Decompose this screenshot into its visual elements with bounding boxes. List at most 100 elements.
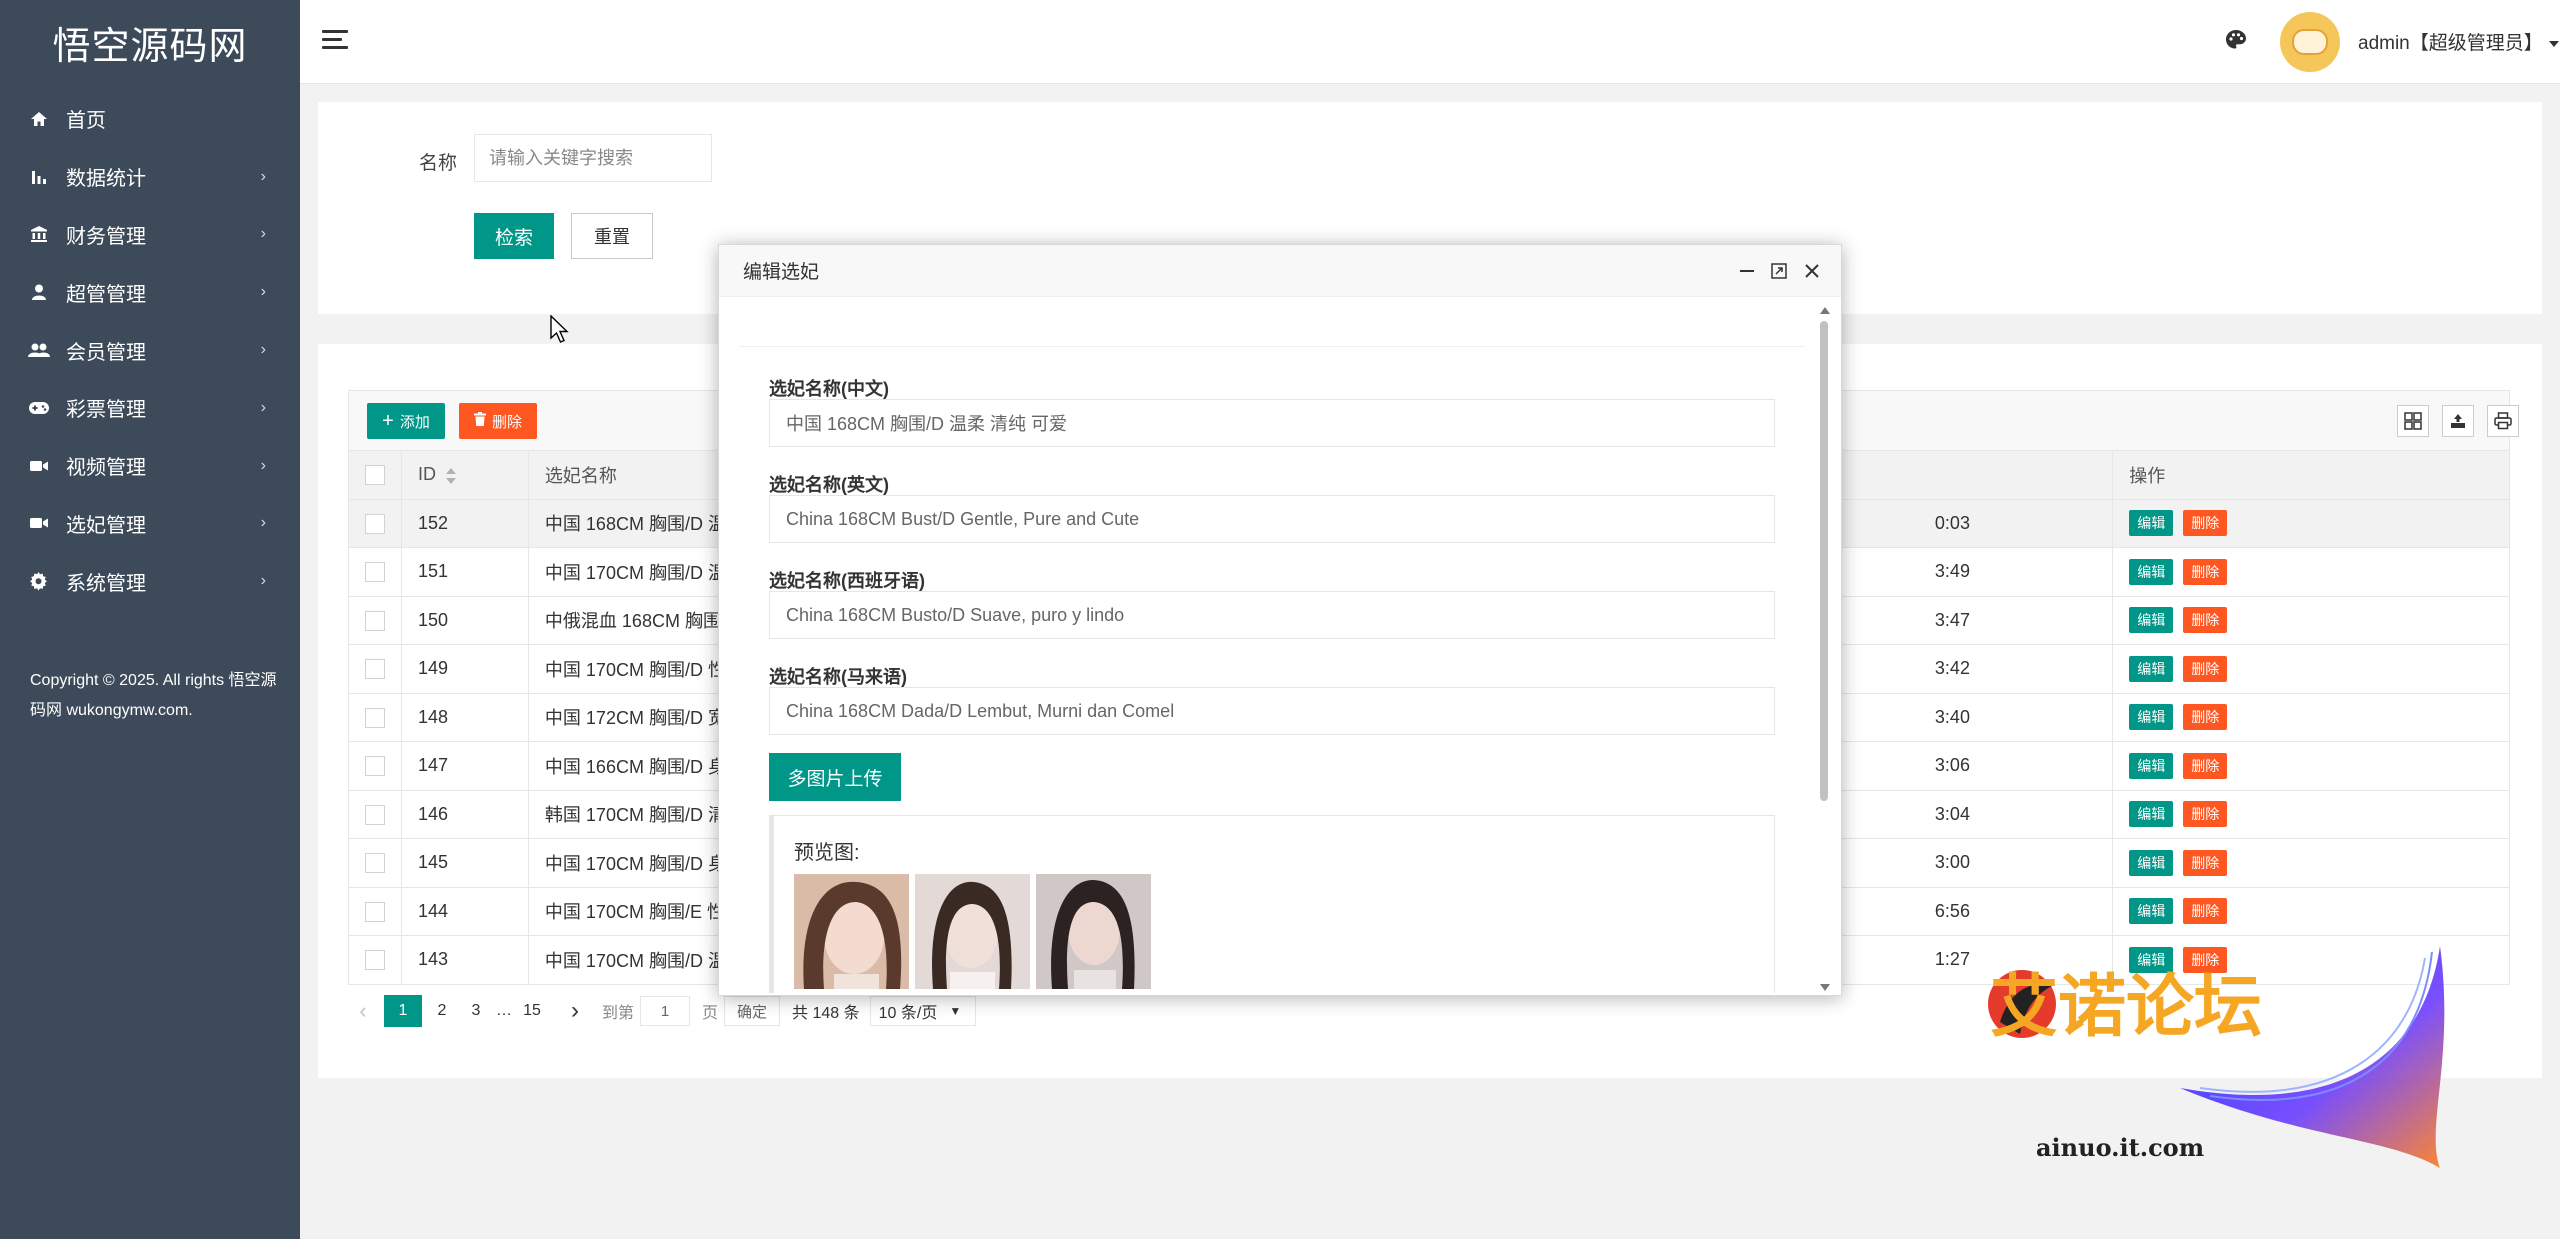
maximize-icon[interactable]	[1767, 259, 1791, 283]
row-checkbox-cell	[348, 886, 402, 936]
sidebar-item-system[interactable]: 系统管理 ›	[0, 552, 300, 610]
gear-icon	[28, 570, 50, 592]
delete-button[interactable]: 删除	[2183, 849, 2228, 876]
search-input[interactable]	[474, 134, 712, 182]
prev-page-button[interactable]: ‹	[348, 998, 378, 1024]
row-checkbox[interactable]	[365, 513, 385, 534]
row-checkbox[interactable]	[365, 756, 385, 777]
mouse-cursor-icon	[550, 315, 569, 343]
row-checkbox[interactable]	[365, 659, 385, 680]
page-size-select[interactable]: 10 条/页 ▼	[869, 996, 977, 1026]
row-ops: 编辑 删除	[2112, 595, 2510, 645]
delete-button[interactable]: 删除	[2183, 801, 2228, 828]
delete-button[interactable]: 删除	[2183, 558, 2228, 585]
avatar[interactable]	[2280, 12, 2340, 72]
edit-button[interactable]: 编辑	[2129, 655, 2174, 682]
preview-image[interactable]	[1036, 874, 1151, 989]
app-logo[interactable]: 悟空源码网	[0, 0, 300, 84]
goto-page-input[interactable]: 1	[640, 996, 691, 1026]
gamepad-icon	[28, 397, 50, 419]
batch-delete-button[interactable]: 删除	[459, 403, 537, 439]
sidebar-item-home[interactable]: 首页	[0, 90, 300, 148]
delete-button[interactable]: 删除	[2183, 752, 2228, 779]
name-es-input[interactable]: China 168CM Busto/D Suave, puro y lindo	[769, 591, 1775, 639]
row-checkbox[interactable]	[365, 901, 385, 922]
page-2-button[interactable]: 2	[428, 1002, 456, 1020]
goto-confirm-button[interactable]: 确定	[724, 996, 781, 1026]
trash-icon	[473, 412, 486, 430]
row-checkbox[interactable]	[365, 562, 385, 583]
sidebar-item-label: 彩票管理	[66, 399, 146, 422]
reset-button[interactable]: 重置	[571, 213, 653, 259]
header-ops-label: 操作	[2129, 465, 2166, 486]
sidebar-item-label: 视频管理	[66, 457, 146, 480]
chevron-right-icon: ›	[260, 514, 266, 532]
menu-toggle-icon[interactable]	[322, 30, 348, 50]
edit-button[interactable]: 编辑	[2129, 510, 2174, 537]
pagination: ‹ 1 2 3 … 15 › 到第 1 页 确定 共 148 条 10 条/页 ▼	[348, 994, 982, 1028]
sidebar-item-finance[interactable]: 财务管理 ›	[0, 206, 300, 264]
minimize-icon[interactable]	[1735, 259, 1759, 283]
row-checkbox[interactable]	[365, 853, 385, 874]
name-cn-input[interactable]: 中国 168CM 胸围/D 温柔 清纯 可爱	[769, 399, 1775, 447]
page-last-button[interactable]: 15	[518, 1002, 546, 1020]
page-3-button[interactable]: 3	[462, 1002, 490, 1020]
page-unit-label: 页	[702, 1005, 719, 1022]
row-checkbox[interactable]	[365, 804, 385, 825]
delete-button[interactable]: 删除	[2183, 704, 2228, 731]
edit-button[interactable]: 编辑	[2129, 752, 2174, 779]
edit-button[interactable]: 编辑	[2129, 898, 2174, 925]
next-page-button[interactable]: ›	[560, 997, 590, 1025]
export-icon[interactable]	[2442, 405, 2474, 437]
sidebar-item-admins[interactable]: 超管管理 ›	[0, 263, 300, 321]
add-button[interactable]: + 添加	[367, 403, 445, 439]
sidebar-item-label: 首页	[66, 110, 106, 133]
sidebar-item-videos[interactable]: 视频管理 ›	[0, 437, 300, 495]
page-1-button[interactable]: 1	[384, 995, 422, 1027]
row-name-text: 中国 170CM 胸围/D 温	[544, 562, 726, 583]
edit-dialog: 编辑选妃 选妃名称(中文) 中国 168CM 胸围/D 温柔 清纯 可爱 选妃名…	[718, 244, 1842, 996]
row-id: 149	[401, 644, 529, 694]
sidebar-item-statistics[interactable]: 数据统计 ›	[0, 148, 300, 206]
user-menu[interactable]: admin【超级管理员】	[2358, 28, 2559, 55]
watermark-url: ainuo.it.com	[2036, 1133, 2204, 1162]
row-id: 144	[401, 886, 529, 936]
add-label: 添加	[399, 413, 430, 431]
sidebar-item-lottery[interactable]: 彩票管理 ›	[0, 379, 300, 437]
edit-button[interactable]: 编辑	[2129, 704, 2174, 731]
edit-button[interactable]: 编辑	[2129, 849, 2174, 876]
delete-button[interactable]: 删除	[2183, 607, 2228, 634]
dialog-scrollbar[interactable]	[1817, 307, 1831, 991]
name-ms-input[interactable]: China 168CM Dada/D Lembut, Murni dan Com…	[769, 687, 1775, 735]
close-icon[interactable]	[1800, 259, 1824, 283]
chevron-right-icon: ›	[260, 398, 266, 416]
sidebar-item-selection[interactable]: 选妃管理 ›	[0, 495, 300, 553]
delete-button[interactable]: 删除	[2183, 510, 2228, 537]
total-count: 共 148 条	[792, 1005, 860, 1022]
multi-upload-button[interactable]: 多图片上传	[769, 753, 901, 801]
sidebar-item-label: 数据统计	[66, 168, 146, 191]
edit-button[interactable]: 编辑	[2129, 607, 2174, 634]
name-en-input[interactable]: China 168CM Bust/D Gentle, Pure and Cute	[769, 495, 1775, 543]
sort-icon[interactable]	[446, 467, 456, 484]
row-checkbox[interactable]	[365, 610, 385, 631]
select-all-checkbox[interactable]	[365, 465, 385, 486]
bank-icon	[28, 223, 50, 245]
palette-icon[interactable]	[2224, 28, 2248, 52]
columns-filter-icon[interactable]	[2397, 405, 2429, 437]
preview-image[interactable]	[794, 874, 909, 989]
print-icon[interactable]	[2487, 405, 2519, 437]
delete-button[interactable]: 删除	[2183, 898, 2228, 925]
header-id[interactable]: ID	[401, 450, 529, 500]
sidebar-item-members[interactable]: 会员管理 ›	[0, 321, 300, 379]
sidebar-item-label: 会员管理	[66, 341, 146, 364]
search-button[interactable]: 检索	[474, 213, 554, 259]
delete-button[interactable]: 删除	[2183, 655, 2228, 682]
row-checkbox[interactable]	[365, 707, 385, 728]
edit-button[interactable]: 编辑	[2129, 801, 2174, 828]
sidebar: 悟空源码网 首页 数据统计 › 财务管理 › 超管管理 › 会员管理 › 彩票管…	[0, 0, 300, 1239]
dialog-header[interactable]: 编辑选妃	[719, 245, 1841, 297]
row-checkbox[interactable]	[365, 950, 385, 971]
edit-button[interactable]: 编辑	[2129, 558, 2174, 585]
preview-image[interactable]	[915, 874, 1030, 989]
